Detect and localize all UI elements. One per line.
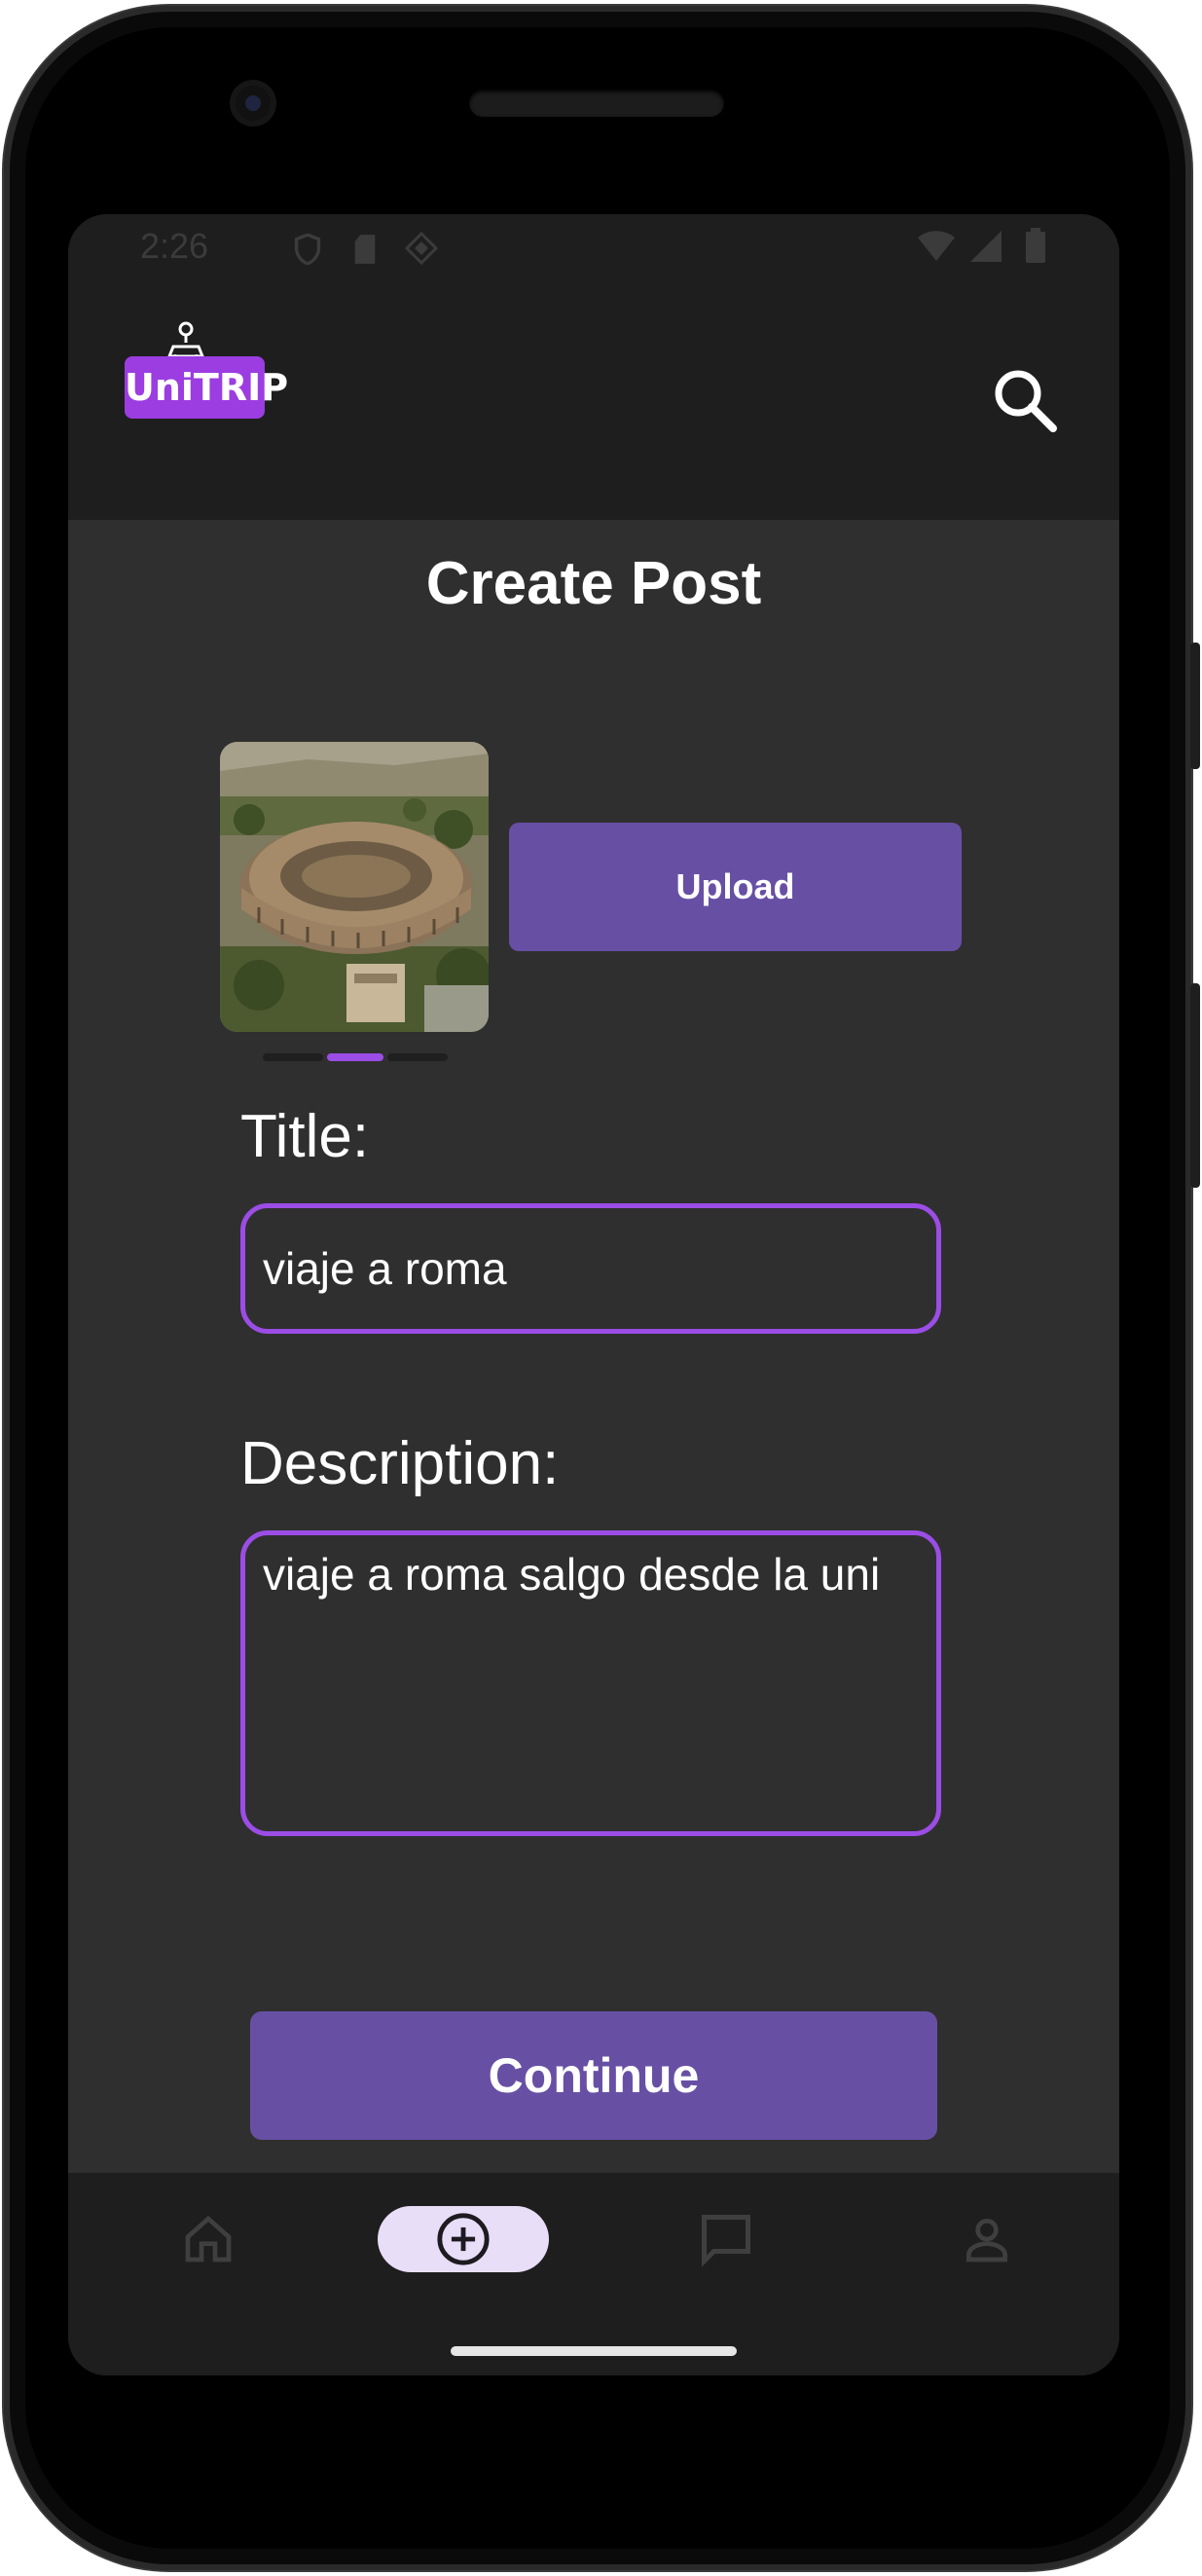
wifi-icon	[918, 231, 955, 261]
nav-profile[interactable]	[901, 2206, 1073, 2272]
upload-button[interactable]: Upload	[509, 823, 962, 951]
add-circle-icon	[437, 2213, 490, 2265]
image-carousel[interactable]	[220, 742, 489, 1032]
signal-icon	[970, 231, 1002, 262]
page-title: Create Post	[425, 550, 762, 617]
carousel-dot-2-active[interactable]	[327, 1053, 383, 1061]
title-input[interactable]	[240, 1203, 941, 1334]
colosseum-photo	[220, 742, 489, 1032]
volume-button	[1190, 643, 1200, 769]
person-icon	[966, 2219, 1007, 2263]
app-screen: 2:26 UniTRIP Create Post Upload Title: v…	[68, 214, 1119, 2375]
continue-button[interactable]: Continue	[250, 2011, 937, 2140]
gesture-home-indicator[interactable]	[451, 2346, 737, 2356]
description-label: Description:	[240, 1430, 560, 1497]
device-frame: 2:26 UniTRIP Create Post Upload Title: v…	[0, 0, 1202, 2576]
search-button[interactable]	[987, 362, 1065, 440]
description-input[interactable]: viaje a roma salgo desde la uni	[240, 1530, 941, 1836]
search-icon	[995, 370, 1057, 432]
battery-icon	[1026, 228, 1045, 263]
nav-messages[interactable]	[640, 2206, 812, 2272]
diamond-icon	[405, 232, 438, 265]
shield-icon	[294, 234, 321, 265]
carousel-dot-1[interactable]	[263, 1053, 323, 1061]
status-bar: 2:26	[68, 214, 1119, 276]
carousel-indicator	[263, 1053, 448, 1061]
title-label: Title:	[240, 1103, 370, 1170]
app-logo[interactable]: UniTRIP	[125, 356, 288, 419]
car-pin-icon	[166, 321, 205, 360]
earpiece-speaker	[469, 90, 724, 117]
carousel-dot-3[interactable]	[387, 1053, 448, 1061]
nav-home[interactable]	[123, 2206, 294, 2272]
status-time: 2:26	[140, 226, 209, 266]
logo-text: UniTRIP	[125, 366, 289, 409]
power-button	[1190, 983, 1200, 1188]
front-camera	[236, 86, 271, 121]
sd-card-icon	[354, 235, 376, 264]
bottom-navigation	[68, 2173, 1119, 2375]
chat-icon	[702, 2215, 750, 2267]
nav-create-post[interactable]	[378, 2206, 549, 2272]
home-icon	[185, 2215, 232, 2263]
